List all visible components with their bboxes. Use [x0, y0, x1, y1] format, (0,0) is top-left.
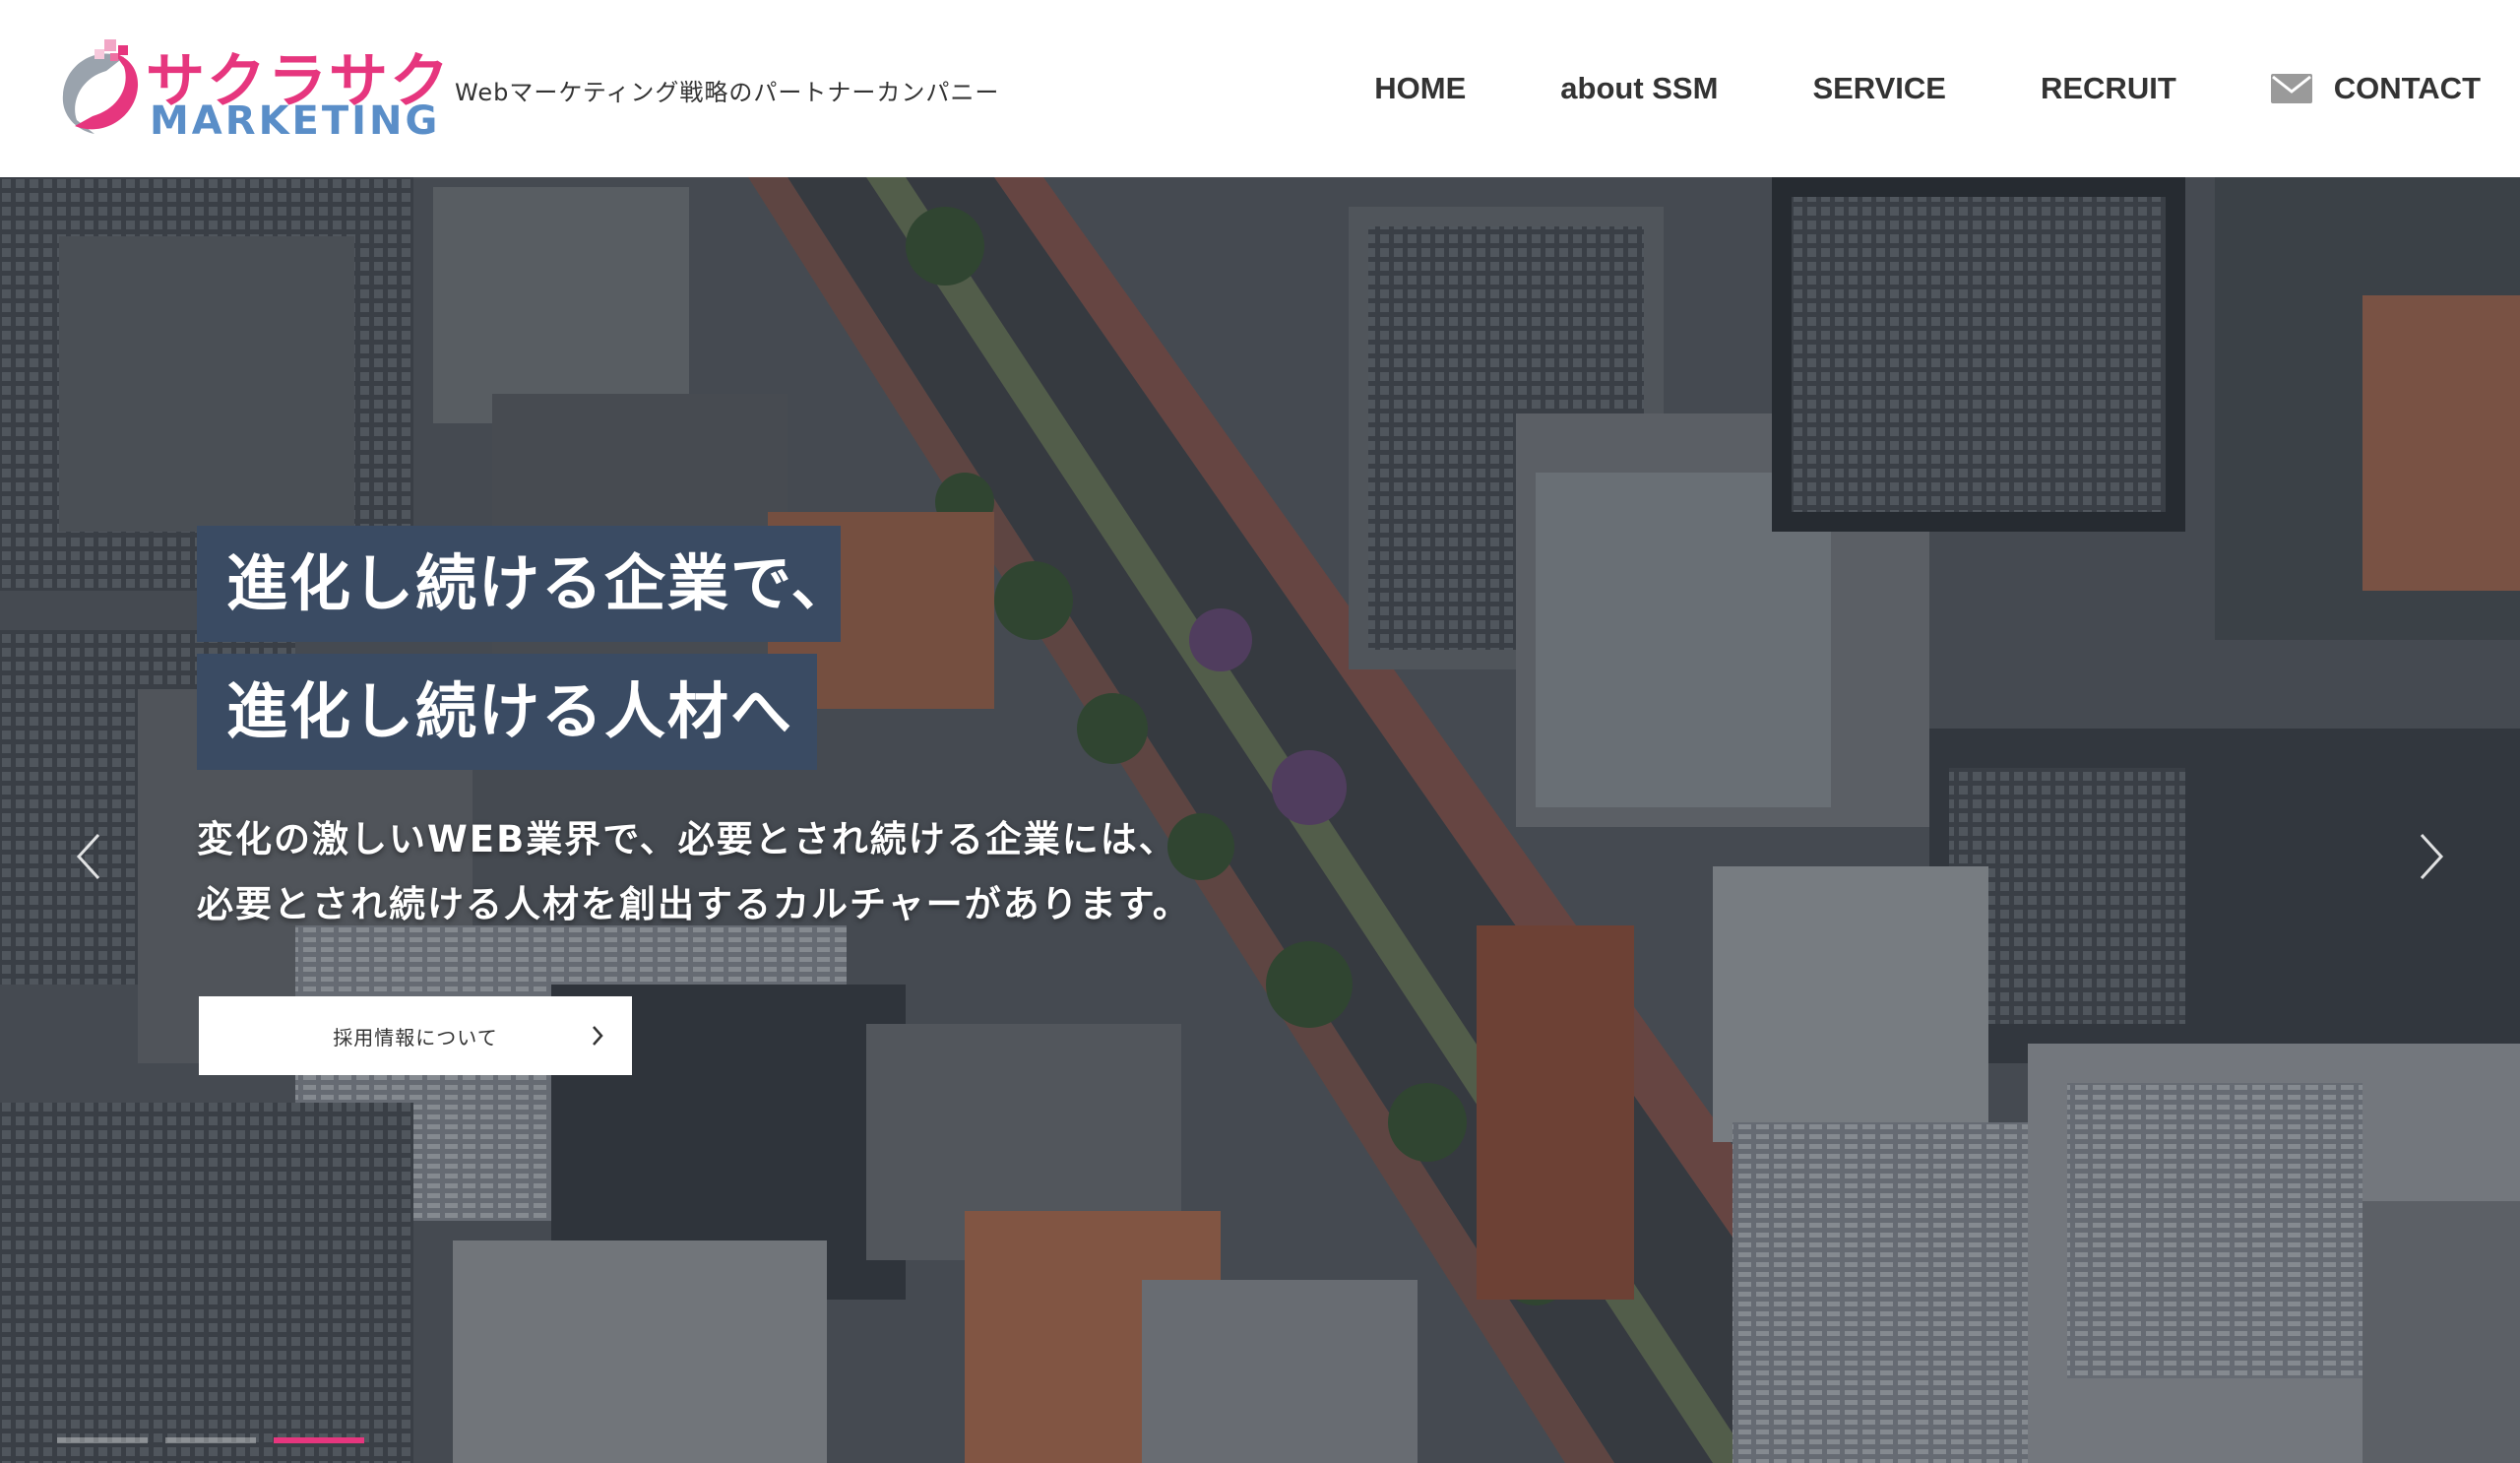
slider-indicators — [57, 1437, 382, 1443]
chevron-right-icon — [593, 1026, 603, 1046]
chevron-left-icon — [76, 833, 100, 880]
hero-headline-line1: 進化し続ける企業で、 — [197, 526, 852, 642]
nav-about-ssm[interactable]: about SSM — [1560, 71, 1718, 106]
hero-lead-line1: 変化の激しいWEB業界で、必要とされ続ける企業には、 — [197, 818, 1177, 860]
site-logo[interactable]: サクラサク MARKETING — [55, 33, 449, 144]
site-tagline: Webマーケティング戦略のパートナーカンパニー — [455, 79, 1000, 106]
nav-recruit[interactable]: RECRUIT — [2041, 71, 2176, 106]
site-header: サクラサク MARKETING Webマーケティング戦略のパートナーカンパニー … — [0, 0, 2520, 177]
slider-prev-button[interactable] — [69, 827, 108, 886]
hero-headline-line2: 進化し続ける人材へ — [197, 654, 817, 770]
nav-home[interactable]: HOME — [1374, 71, 1466, 106]
nav-service[interactable]: SERVICE — [1812, 71, 1946, 106]
hero-lead-line2: 必要とされ続ける人材を創出するカルチャーがあります。 — [197, 883, 1191, 925]
recruit-info-button-label: 採用情報について — [333, 1025, 498, 1050]
main-nav: HOME about SSM SERVICE RECRUIT CONTACT — [1374, 0, 2481, 177]
slider-indicator-3[interactable] — [274, 1437, 364, 1443]
hero-slider: 進化し続ける企業で、 進化し続ける人材へ 変化の激しいWEB業界で、必要とされ続… — [0, 177, 2520, 1463]
chevron-right-icon — [2420, 833, 2444, 880]
hero-lead-text: 変化の激しいWEB業界で、必要とされ続ける企業には、 必要とされ続ける人材を創出… — [197, 807, 1191, 937]
slider-indicator-2[interactable] — [165, 1437, 256, 1443]
nav-contact[interactable]: CONTACT — [2270, 71, 2481, 106]
slider-next-button[interactable] — [2412, 827, 2451, 886]
slider-indicator-1[interactable] — [57, 1437, 148, 1443]
recruit-info-button[interactable]: 採用情報について — [199, 996, 632, 1075]
logo-text-en: MARKETING — [150, 98, 441, 144]
logo-mark-icon — [62, 39, 139, 135]
nav-contact-label: CONTACT — [2333, 71, 2481, 105]
mail-icon — [2270, 74, 2312, 103]
